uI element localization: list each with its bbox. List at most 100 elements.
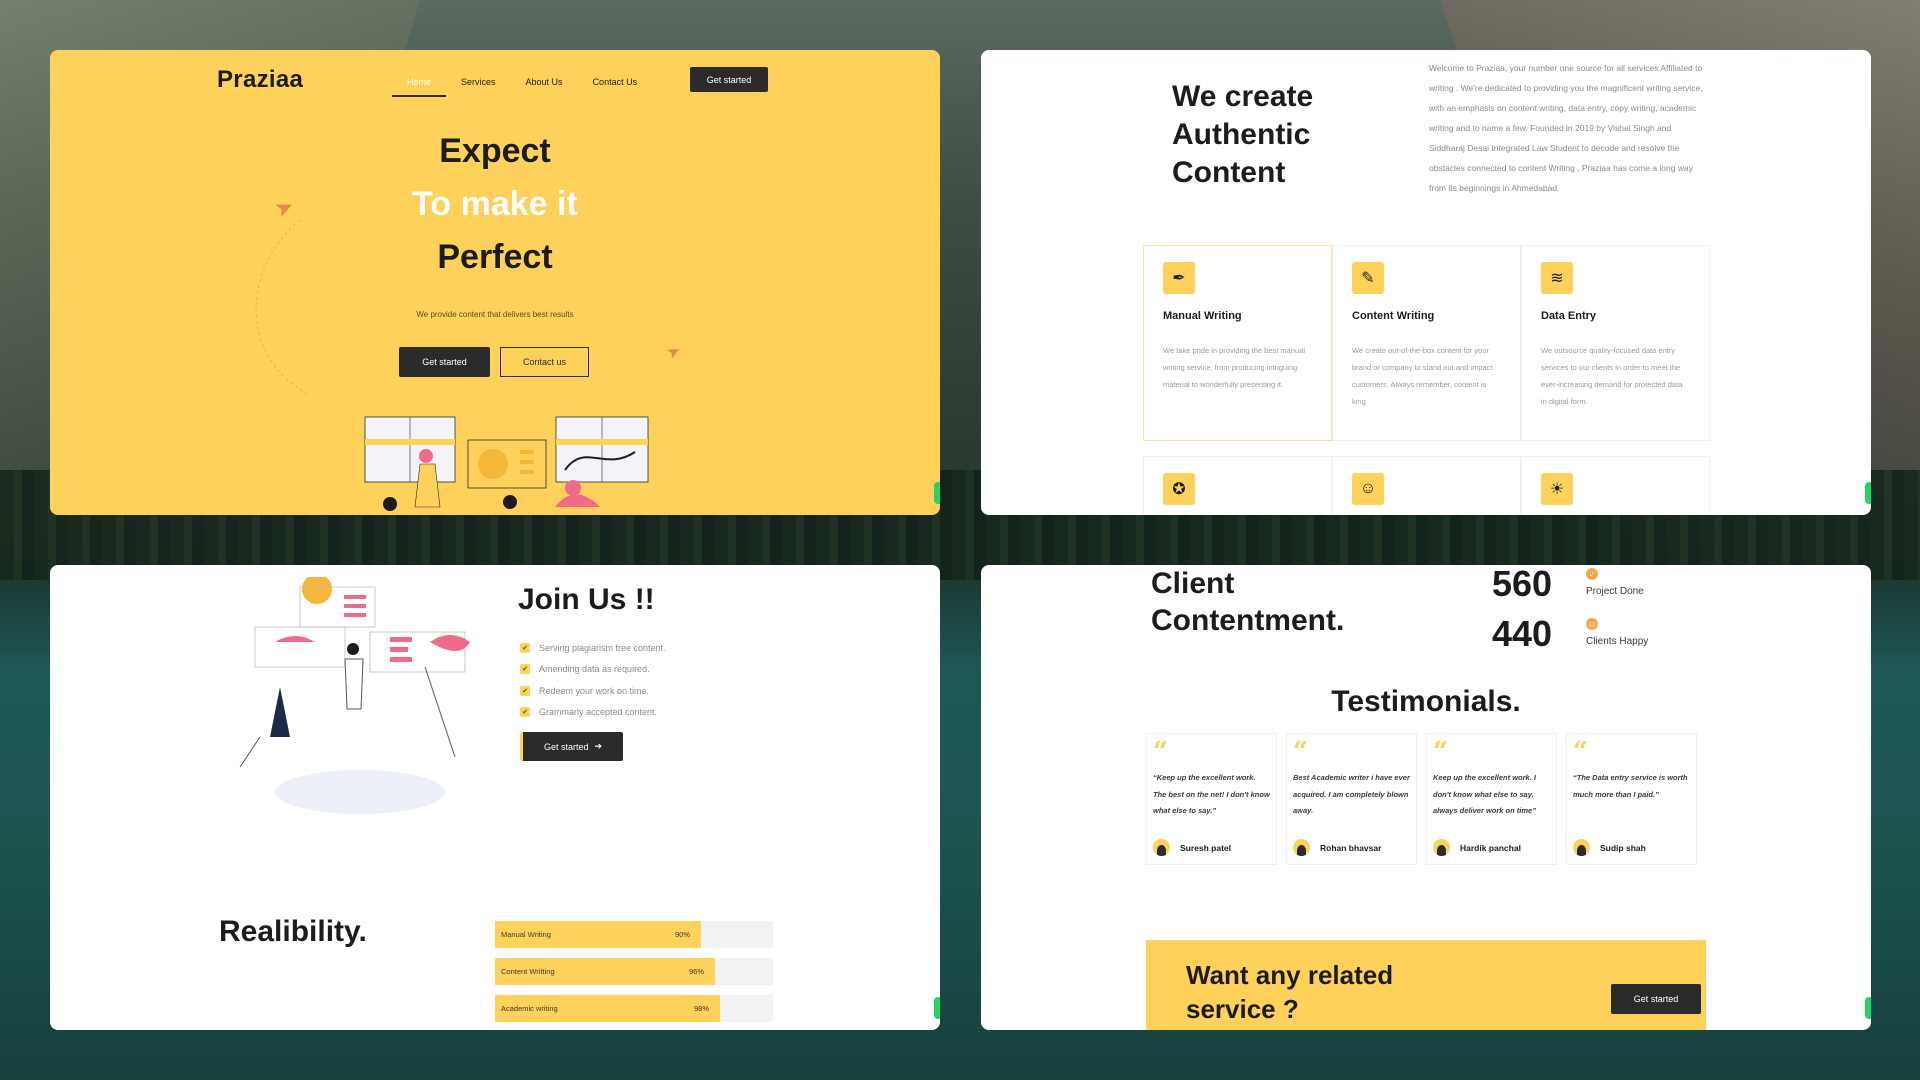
main-nav: Home Services About Us Contact Us (392, 72, 652, 97)
join-benefits-list: ✔ Serving plagiarism free content. ✔ Amend… (520, 637, 666, 723)
whatsapp-chat-icon[interactable] (1865, 482, 1871, 504)
join-title: Join Us !! (518, 583, 655, 616)
service-description: We outsource quality-focused data entry … (1541, 346, 1683, 406)
service-description: We create out-of-the-box content for you… (1352, 346, 1493, 406)
award-icon: ✪ (1163, 473, 1195, 505)
progress-bar-label: Content Writting (501, 967, 555, 976)
about-title-line3: Content (1172, 156, 1286, 189)
testimonial-text: “The Data entry service is worth much mo… (1573, 773, 1688, 799)
testimonial-author: Rohan bhavsar (1293, 839, 1381, 856)
progress-bar-academic-writing: Academic writing 98% (495, 995, 773, 1022)
list-item: ✔ Amending data as required. (520, 659, 666, 681)
hero-panel: Praziaa Home Services About Us Contact U… (50, 50, 940, 515)
check-circle-icon: ✓ (1586, 568, 1598, 580)
check-icon: ✔ (520, 664, 530, 675)
about-panel: We create Authentic Content Welcome to P… (981, 50, 1871, 515)
nav-home[interactable]: Home (392, 72, 447, 97)
about-title-line2: Authentic (1172, 118, 1311, 151)
stat-clients-label: Clients Happy (1586, 636, 1649, 647)
hero-get-started-button[interactable]: Get started (399, 347, 490, 377)
check-icon: ✔ (520, 642, 530, 653)
progress-bar-value: 98% (694, 1004, 710, 1013)
nav-about-us[interactable]: About Us (511, 72, 578, 97)
avatar (1433, 839, 1450, 856)
about-title-line1: We create (1172, 80, 1314, 113)
lightbulb-icon: ☀ (1541, 473, 1573, 505)
header-get-started-button[interactable]: Get started (690, 67, 768, 92)
testimonial-text: Best Academic writer i have ever acquire… (1293, 773, 1410, 815)
stat-clients-number: 440 (1492, 613, 1553, 654)
hero-subtitle: We provide content that delivers best re… (416, 310, 574, 319)
testimonial-author: Hardik panchal (1433, 839, 1521, 856)
list-item-text: Amending data as required. (539, 664, 650, 675)
about-intro-text: Welcome to Praziaa, your number one sour… (1429, 63, 1703, 193)
service-card-row2-2[interactable]: ☺ (1332, 456, 1521, 515)
whatsapp-chat-icon[interactable] (934, 997, 940, 1019)
about-title: We create Authentic Content (1172, 78, 1432, 192)
list-item: ✔ Grammarly accepted content. (520, 702, 666, 724)
avatar (1573, 839, 1590, 856)
progress-bar-value: 90% (675, 930, 691, 939)
cta-line2: service ? (1186, 994, 1299, 1024)
user-circle-icon: ☺ (1352, 473, 1384, 505)
service-card-row2-1[interactable]: ✪ (1143, 456, 1332, 515)
cta-line1: Want any related (1186, 960, 1394, 990)
testimonial-text: Keep up the excellent work. I don't know… (1433, 773, 1536, 815)
hero-team-illustration (364, 416, 649, 511)
client-contentment-title: Client Contentment. (1151, 565, 1344, 639)
testimonial-card: “ Keep up the excellent work. I don't kn… (1426, 733, 1557, 865)
testimonial-text: “Keep up the excellent work. The best on… (1153, 773, 1270, 815)
list-item: ✔ Redeem your work on time. (520, 680, 666, 702)
list-item-text: Serving plagiarism free content. (539, 642, 666, 653)
testimonials-panel: Client Contentment. 560 ✓ Project Done 4… (981, 565, 1871, 1030)
button-label: Get started (543, 741, 589, 752)
service-card-manual-writing[interactable]: ✒ Manual Writing We take pride in provid… (1143, 245, 1332, 441)
service-title: Manual Writing (1163, 310, 1242, 322)
testimonial-card: “ Best Academic writer i have ever acqui… (1286, 733, 1417, 865)
smile-icon: ☺ (1586, 618, 1598, 630)
quote-icon: “ (1153, 737, 1168, 767)
cta-get-started-button[interactable]: Get started (1611, 984, 1701, 1014)
join-get-started-button[interactable]: Get started ➔ (520, 732, 623, 761)
author-name: Rohan bhavsar (1320, 842, 1382, 853)
hero-line-perfect: Perfect (437, 238, 553, 276)
testimonial-author: Sudip shah (1573, 839, 1646, 856)
join-team-illustration (239, 577, 470, 814)
quote-icon: “ (1433, 737, 1448, 767)
quote-icon: “ (1573, 737, 1588, 767)
testimonial-card: “ “The Data entry service is worth much … (1566, 733, 1697, 865)
service-card-row2-3[interactable]: ☀ (1521, 456, 1710, 515)
check-icon: ✔ (520, 685, 530, 696)
whatsapp-chat-icon[interactable] (1865, 997, 1871, 1019)
avatar (1153, 839, 1170, 856)
service-title: Data Entry (1541, 310, 1597, 322)
avatar (1293, 839, 1310, 856)
progress-bar-label: Academic writing (501, 1004, 558, 1013)
progress-bar-value: 96% (689, 967, 705, 976)
nav-contact-us[interactable]: Contact Us (578, 72, 653, 97)
service-card-content-writing[interactable]: ✎ Content Writing We create out-of-the-b… (1332, 245, 1521, 441)
hero-line-expect: Expect (439, 132, 551, 170)
reliability-title: Realibility. (219, 915, 367, 948)
hero-line-to-make-it: To make it (412, 185, 578, 223)
testimonial-card: “ “Keep up the excellent work. The best … (1146, 733, 1277, 865)
arrow-right-icon: ➔ (594, 741, 603, 751)
hero-contact-us-button[interactable]: Contact us (500, 347, 589, 377)
testimonial-author: Suresh patel (1153, 839, 1231, 856)
progress-bar-label: Manual Writing (501, 930, 551, 939)
pen-nib-icon: ✒ (1163, 262, 1195, 294)
list-item: ✔ Serving plagiarism free content. (520, 637, 666, 659)
cta-heading: Want any related service ? (1186, 958, 1486, 1026)
nav-services[interactable]: Services (446, 72, 511, 97)
testimonials-title: Testimonials. (1331, 685, 1521, 718)
site-logo[interactable]: Praziaa (217, 66, 303, 94)
cta-banner: Want any related service ? Get started (1146, 940, 1706, 1030)
whatsapp-chat-icon[interactable] (934, 482, 940, 504)
author-name: Sudip shah (1600, 842, 1646, 853)
service-card-data-entry[interactable]: ≋ Data Entry We outsource quality-focuse… (1521, 245, 1710, 441)
title-line2: Contentment. (1151, 604, 1345, 637)
quote-icon: “ (1293, 737, 1308, 767)
join-panel: Join Us !! ✔ Serving plagiarism free cont… (50, 565, 940, 1030)
progress-bar-content-writing: Content Writting 96% (495, 958, 773, 985)
stat-projects-label: Project Done (1586, 586, 1644, 597)
